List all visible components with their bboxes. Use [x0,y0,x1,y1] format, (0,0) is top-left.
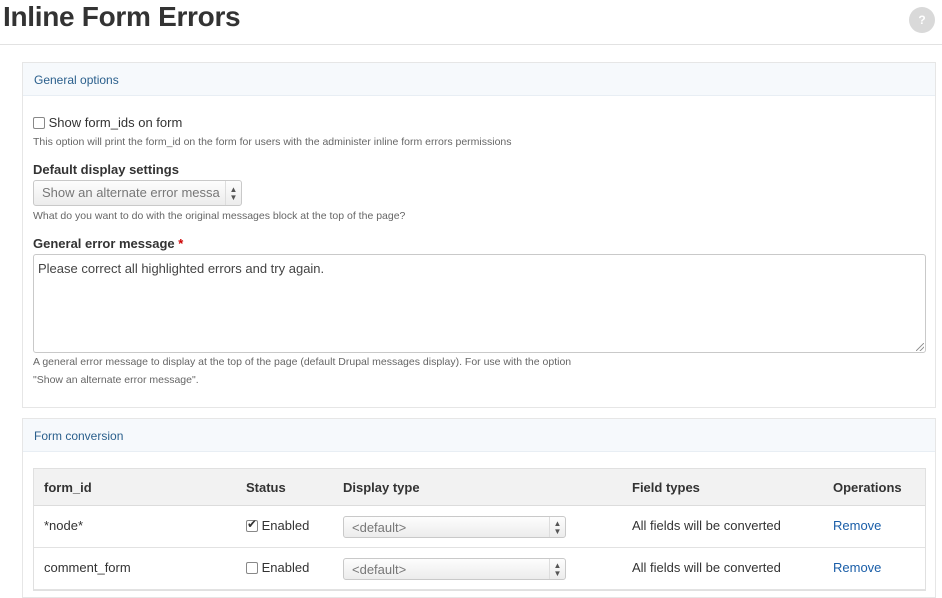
col-operations: Operations [833,480,902,495]
error-message-description-2: "Show an alternate error message". [33,374,199,386]
col-field-types: Field types [632,480,700,495]
status-checkbox[interactable] [246,562,258,574]
form-conversion-fieldset: Form conversion form_id Status Display t… [22,418,936,598]
show-form-ids-checkbox[interactable] [33,117,45,129]
required-marker: * [178,236,184,251]
show-form-ids-row[interactable]: Show form_ids on form [33,115,182,130]
select-arrows-icon: ▲ ▼ [549,517,565,537]
select-arrows-icon: ▲ ▼ [225,181,241,205]
page-title: Inline Form Errors [3,1,241,32]
select-arrows-icon: ▲ ▼ [549,559,565,579]
form-conversion-table: form_id Status Display type Field types … [33,468,926,591]
display-settings-select[interactable]: Show an alternate error messa ▲ ▼ [33,180,242,206]
row-form-id: comment_form [44,560,131,575]
help-icon[interactable]: ? [909,7,935,33]
display-type-select[interactable]: <default> ▲ ▼ [343,516,566,538]
col-display-type: Display type [343,480,420,495]
display-settings-description: What do you want to do with the original… [33,210,406,222]
status-label[interactable]: Enabled [262,560,310,575]
row-status[interactable]: Enabled [246,560,309,575]
table-header: form_id Status Display type Field types … [34,469,925,506]
page-header: Inline Form Errors ? [0,0,942,45]
form-conversion-legend[interactable]: Form conversion [23,419,935,452]
error-message-textarea[interactable]: Please correct all highlighted errors an… [33,254,926,353]
error-message-label: General error message * [33,236,183,251]
error-message-label-text: General error message [33,236,175,251]
display-type-select[interactable]: <default> ▲ ▼ [343,558,566,580]
status-label[interactable]: Enabled [262,518,310,533]
row-form-id: *node* [44,518,84,533]
col-status: Status [246,480,286,495]
row-status[interactable]: Enabled [246,517,310,533]
status-checkbox[interactable] [246,517,258,532]
show-form-ids-label[interactable]: Show form_ids on form [49,115,183,130]
table-row: comment_form Enabled <default> ▲ ▼ All fi… [34,548,925,590]
display-type-value: <default> [352,520,407,535]
resize-grip-icon[interactable] [916,343,924,351]
row-field-types: All fields will be converted [632,560,781,575]
table-row: *node* Enabled <default> ▲▼ All fields w… [34,506,925,548]
error-message-description-1: A general error message to display at th… [33,356,572,368]
general-options-fieldset: General options Show form_ids on form Th… [22,62,936,408]
show-form-ids-description: This option will print the form_id on th… [33,136,512,148]
display-type-value: <default> [352,562,407,577]
error-message-value: Please correct all highlighted errors an… [38,261,325,276]
remove-link[interactable]: Remove [833,560,881,575]
remove-link[interactable]: Remove [833,518,881,533]
general-options-legend[interactable]: General options [23,63,935,96]
col-form-id: form_id [44,480,92,495]
row-field-types: All fields will be converted [632,518,781,533]
display-settings-label: Default display settings [33,162,179,177]
display-settings-value: Show an alternate error messa [42,185,220,200]
